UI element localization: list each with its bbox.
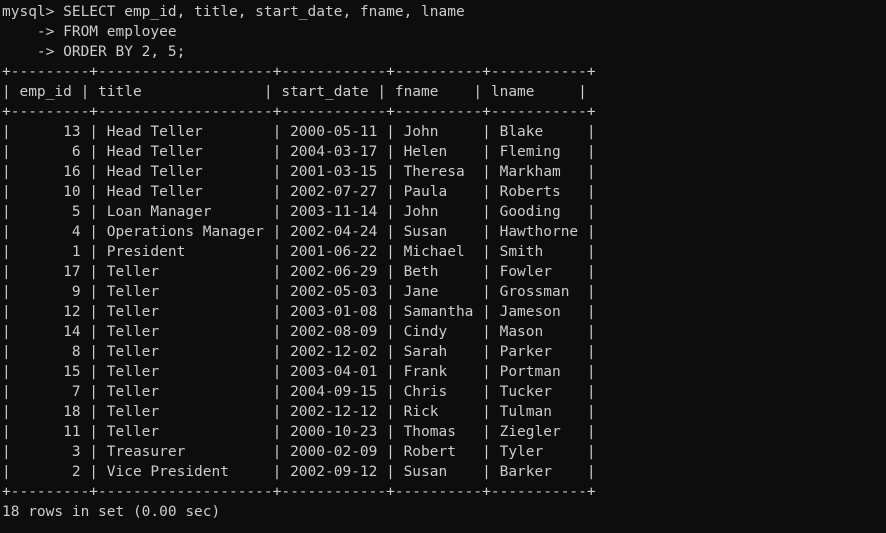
table-border-header: +---------+--------------------+--------… xyxy=(2,104,596,120)
table-row: | 2 | Vice President | 2002-09-12 | Susa… xyxy=(2,464,596,480)
table-row: | 16 | Head Teller | 2001-03-15 | Theres… xyxy=(2,164,596,180)
table-row: | 13 | Head Teller | 2000-05-11 | John |… xyxy=(2,124,596,140)
table-border-top: +---------+--------------------+--------… xyxy=(2,64,596,80)
table-row: | 17 | Teller | 2002-06-29 | Beth | Fowl… xyxy=(2,264,596,280)
table-row: | 7 | Teller | 2004-09-15 | Chris | Tuck… xyxy=(2,384,596,400)
table-row: | 11 | Teller | 2000-10-23 | Thomas | Zi… xyxy=(2,424,596,440)
table-row: | 9 | Teller | 2002-05-03 | Jane | Gross… xyxy=(2,284,596,300)
query-line: -> FROM employee xyxy=(2,24,177,40)
table-row: | 4 | Operations Manager | 2002-04-24 | … xyxy=(2,224,596,240)
table-row: | 10 | Head Teller | 2002-07-27 | Paula … xyxy=(2,184,596,200)
table-row: | 14 | Teller | 2002-08-09 | Cindy | Mas… xyxy=(2,324,596,340)
status-line: 18 rows in set (0.00 sec) xyxy=(2,504,221,520)
table-row: | 15 | Teller | 2003-04-01 | Frank | Por… xyxy=(2,364,596,380)
table-row: | 12 | Teller | 2003-01-08 | Samantha | … xyxy=(2,304,596,320)
table-row: | 5 | Loan Manager | 2003-11-14 | John |… xyxy=(2,204,596,220)
query-input-block: mysql> SELECT emp_id, title, start_date,… xyxy=(0,2,886,62)
table-border-bottom: +---------+--------------------+--------… xyxy=(2,484,596,500)
table-row: | 1 | President | 2001-06-22 | Michael |… xyxy=(2,244,596,260)
table-row: | 18 | Teller | 2002-12-12 | Rick | Tulm… xyxy=(2,404,596,420)
table-row: | 8 | Teller | 2002-12-02 | Sarah | Park… xyxy=(2,344,596,360)
result-table: +---------+--------------------+--------… xyxy=(0,62,886,502)
query-line: mysql> SELECT emp_id, title, start_date,… xyxy=(2,4,465,20)
table-row: | 3 | Treasurer | 2000-02-09 | Robert | … xyxy=(2,444,596,460)
query-line: -> ORDER BY 2, 5; xyxy=(2,44,186,60)
table-body: | 13 | Head Teller | 2000-05-11 | John |… xyxy=(0,122,886,482)
table-row: | 6 | Head Teller | 2004-03-17 | Helen |… xyxy=(2,144,596,160)
table-header-row: | emp_id | title | start_date | fname | … xyxy=(2,84,587,100)
terminal-window[interactable]: mysql> SELECT emp_id, title, start_date,… xyxy=(0,0,886,533)
